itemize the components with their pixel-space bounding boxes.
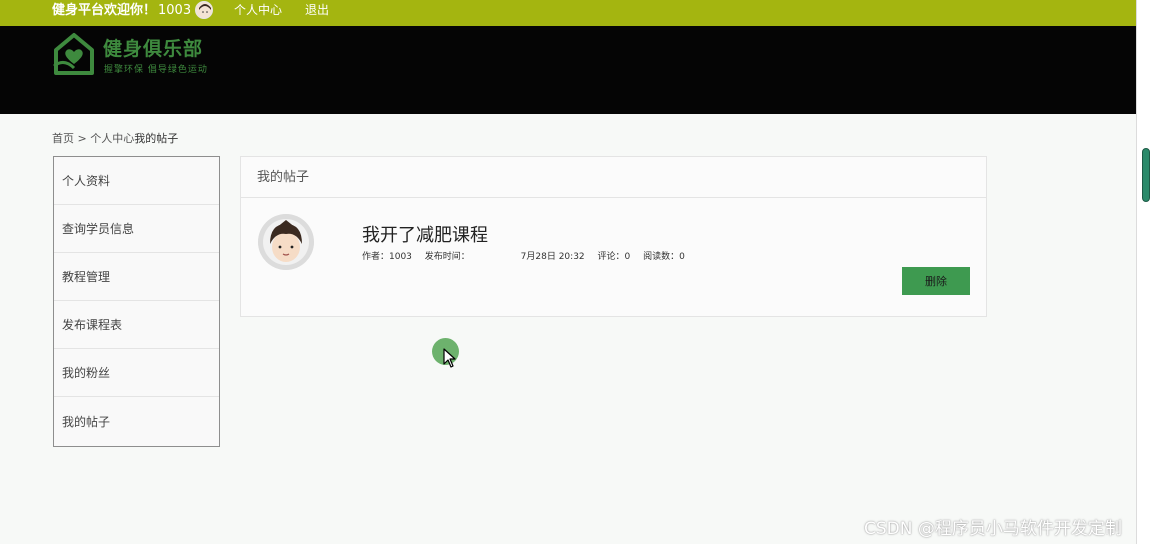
post-time-value: 7月28日 20:32 (520, 252, 585, 262)
post-author-avatar (258, 214, 314, 270)
breadcrumb: 首页 > 个人中心我的帖子 (52, 130, 178, 146)
sidebar-item-tutorial-management[interactable]: 教程管理 (54, 253, 219, 301)
user-id: 1003 (158, 3, 192, 18)
nav-logout-link[interactable]: 退出 (305, 2, 329, 18)
breadcrumb-current: 我的帖子 (134, 132, 179, 145)
sidebar-item-profile[interactable]: 个人资料 (54, 157, 219, 205)
user-avatar-icon[interactable] (195, 1, 213, 19)
welcome-text: 健身平台欢迎你！ 1003 (52, 2, 191, 20)
nav-profile-link[interactable]: 个人中心 (234, 2, 282, 18)
scrollbar-thumb[interactable] (1142, 148, 1150, 202)
panel-title: 我的帖子 (241, 157, 986, 198)
vertical-scrollbar[interactable] (1136, 0, 1170, 544)
top-bar: 健身平台欢迎你！ 1003 个人中心 退出 (0, 0, 1136, 26)
logo-heart-home-icon (53, 33, 94, 75)
breadcrumb-home[interactable]: 首页 (52, 132, 74, 145)
post-author: 作者：1003 (362, 252, 412, 262)
mouse-cursor-icon (443, 348, 456, 368)
sidebar-item-publish-schedule[interactable]: 发布课程表 (54, 301, 219, 349)
post-comments: 评论：0 (597, 252, 631, 262)
sidebar-menu: 个人资料 查询学员信息 教程管理 发布课程表 我的粉丝 我的帖子 (53, 156, 220, 447)
sidebar-item-my-posts[interactable]: 我的帖子 (54, 397, 219, 445)
breadcrumb-section[interactable]: 个人中心 (90, 132, 134, 145)
csdn-watermark: CSDN @程序员小马软件开发定制 (864, 519, 1122, 539)
logo-title: 健身俱乐部 (103, 38, 204, 60)
logo-subtitle: 握擎环保 倡导绿色运动 (104, 65, 208, 75)
delete-post-button[interactable]: 删除 (902, 267, 970, 295)
sidebar-item-my-fans[interactable]: 我的粉丝 (54, 349, 219, 397)
site-header: 健身俱乐部 握擎环保 倡导绿色运动 (0, 26, 1136, 114)
post-meta: 作者：1003 发布时间： 7月28日 20:32 评论：0 阅读数：0 (362, 249, 695, 262)
my-posts-panel: 我的帖子 我开了减肥课程 作者：1003 发布时间： 7月28日 20:32 评… (240, 156, 987, 317)
post-reads: 阅读数：0 (643, 252, 685, 262)
sidebar-item-student-query[interactable]: 查询学员信息 (54, 205, 219, 253)
post-title[interactable]: 我开了减肥课程 (362, 221, 488, 247)
breadcrumb-separator: > (77, 132, 87, 145)
post-time-label: 发布时间： (424, 252, 470, 262)
welcome-label: 健身平台欢迎你！ (52, 3, 157, 18)
